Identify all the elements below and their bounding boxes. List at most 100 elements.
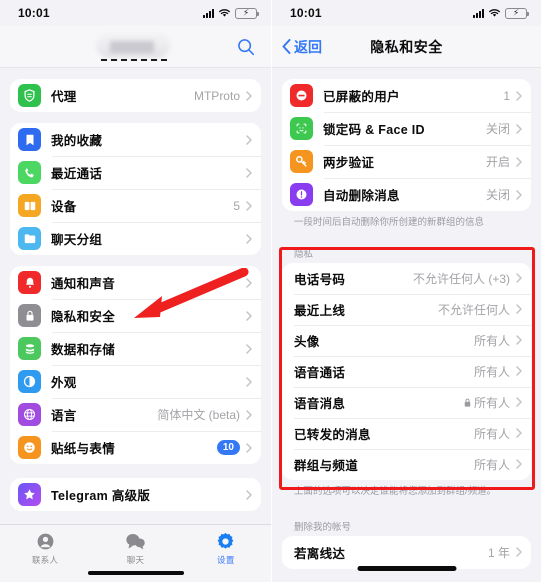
lock-icon [18,304,41,327]
row-passcode-faceid[interactable]: 锁定码 & Face ID 关闭 [282,112,531,145]
chevron-right-icon [516,366,522,377]
row-label: 若离线达 [294,546,346,561]
bookmark-icon [18,128,41,151]
row-label: 隐私和安全 [51,310,116,324]
privacy-group-header: 隐私 [294,248,314,260]
row-label: 头像 [294,334,320,349]
chevron-right-icon [516,273,522,284]
row-forwarded-messages[interactable]: 已转发的消息 所有人 [282,417,531,449]
proxy-shield-icon [18,84,41,107]
row-label: 我的收藏 [51,134,103,148]
group-privacy: 电话号码 不允许任何人 (+3) 最近上线 不允许任何人 头像 所有人 语音通话… [282,262,531,480]
chevron-right-icon [516,90,522,101]
left-status-bar: 10:01 ⚡ [0,0,271,26]
row-label: 已转发的消息 [294,427,371,442]
row-value: 开启 [485,155,510,169]
row-label: 最近通话 [51,167,103,181]
row-profile-photo[interactable]: 头像 所有人 [282,324,531,356]
group-settings: 通知和声音 隐私和安全 数据和存储 外观 语言 简体中文 (beta) 贴纸与表… [10,266,261,464]
row-appearance[interactable]: 外观 [10,365,261,398]
row-value: 5 [233,198,240,213]
chevron-right-icon [516,397,522,408]
key-icon [290,150,313,173]
status-indicators: ⚡ [473,7,529,19]
row-value: 不允许任何人 (+3) [412,271,510,286]
chevron-right-icon [516,304,522,315]
row-language[interactable]: 语言 简体中文 (beta) [10,398,261,431]
row-auto-delete-messages[interactable]: 自动删除消息 关闭 [282,178,531,211]
row-label: Telegram 高级版 [51,489,151,503]
row-label: 语音通话 [294,365,346,380]
row-voice-calls[interactable]: 语音通话 所有人 [282,355,531,387]
chevron-right-icon [246,442,252,453]
row-last-seen[interactable]: 最近上线 不允许任何人 [282,293,531,325]
tab-label: 联系人 [31,555,59,565]
row-saved-messages[interactable]: 我的收藏 [10,123,261,156]
chevron-right-icon [516,428,522,439]
tab-label: 设置 [217,555,235,565]
row-blocked-users[interactable]: 已屏蔽的用户 1 [282,79,531,112]
row-value: 简体中文 (beta) [157,408,240,422]
security-footnote: 一段时间后自动删除你所创建的新群组的信息 [294,217,485,228]
chevron-right-icon [246,343,252,354]
left-settings-list: 代理 MTProto 我的收藏 最近通话 设备 5 聊天分组 通知和声音 隐私和… [0,79,271,511]
row-telegram-premium[interactable]: Telegram 高级版 [10,478,261,511]
row-if-away-for[interactable]: 若离线达 1 年 [282,535,531,569]
row-value: 关闭 [485,188,510,202]
bell-icon [18,271,41,294]
group-premium: Telegram 高级版 [10,478,261,511]
search-icon[interactable] [235,36,257,58]
auto-delete-timer-icon [290,183,313,206]
group-proxy: 代理 MTProto [10,79,261,112]
devices-icon [18,194,41,217]
row-label: 最近上线 [294,303,346,318]
chevron-right-icon [246,310,252,321]
row-chat-folders[interactable]: 聊天分组 [10,222,261,255]
row-phone-number[interactable]: 电话号码 不允许任何人 (+3) [282,262,531,294]
row-label: 群组与频道 [294,458,359,473]
chevron-right-icon [246,167,252,178]
row-proxy[interactable]: 代理 MTProto [10,79,261,112]
battery-charging-icon: ⚡ [235,7,259,19]
row-value: 所有人 [464,394,510,411]
row-label: 自动删除消息 [323,189,400,203]
left-phone-screen: 10:01 ⚡ 代理 MTProto 我的收藏 最近通话 设备 5 聊天分组 通… [0,0,271,582]
row-label: 外观 [51,376,77,390]
row-label: 设备 [51,200,77,214]
appearance-contrast-icon [18,370,41,393]
privacy-footnote: 上面的选项可以决定谁能将您添加到群组/频道。 [294,485,497,497]
dual-screenshot-container: 10:01 ⚡ 代理 MTProto 我的收藏 最近通话 设备 5 聊天分组 通… [0,0,541,582]
row-label: 锁定码 & Face ID [323,123,425,137]
row-two-step-verification[interactable]: 两步验证 开启 [282,145,531,178]
sidebar-item-privacy-security[interactable]: 隐私和安全 [10,299,261,332]
row-notifications[interactable]: 通知和声音 [10,266,261,299]
row-voice-messages[interactable]: 语音消息 所有人 [282,386,531,418]
premium-lock-icon [464,398,471,407]
row-value: 不允许任何人 [437,302,510,317]
chevron-right-icon [246,134,252,145]
row-data-storage[interactable]: 数据和存储 [10,332,261,365]
row-groups-channels[interactable]: 群组与频道 所有人 [282,448,531,480]
row-value: 1 [503,88,510,103]
globe-icon [18,403,41,426]
redaction-underline [101,59,167,61]
chevron-right-icon [516,335,522,346]
chevron-right-icon [516,156,522,167]
row-value: 关闭 [485,122,510,136]
tab-label: 聊天 [126,555,145,565]
row-stickers-emoji[interactable]: 贴纸与表情 10 [10,431,261,464]
group-security: 已屏蔽的用户 1 锁定码 & Face ID 关闭 两步验证 开启 自动删除消息… [282,79,531,211]
chevron-right-icon [246,233,252,244]
chevron-right-icon [246,277,252,288]
row-label: 电话号码 [294,272,346,287]
chevron-right-icon [516,189,522,200]
wifi-icon [219,9,230,17]
tab-contacts[interactable]: 联系人 [0,531,90,566]
tab-chats[interactable]: 聊天 [90,531,180,566]
row-devices[interactable]: 设备 5 [10,189,261,222]
cellular-signal-icon [203,8,214,18]
row-label: 已屏蔽的用户 [323,90,400,104]
chevron-right-icon [516,459,522,470]
row-recent-calls[interactable]: 最近通话 [10,156,261,189]
tab-settings[interactable]: 设置 [181,531,271,566]
